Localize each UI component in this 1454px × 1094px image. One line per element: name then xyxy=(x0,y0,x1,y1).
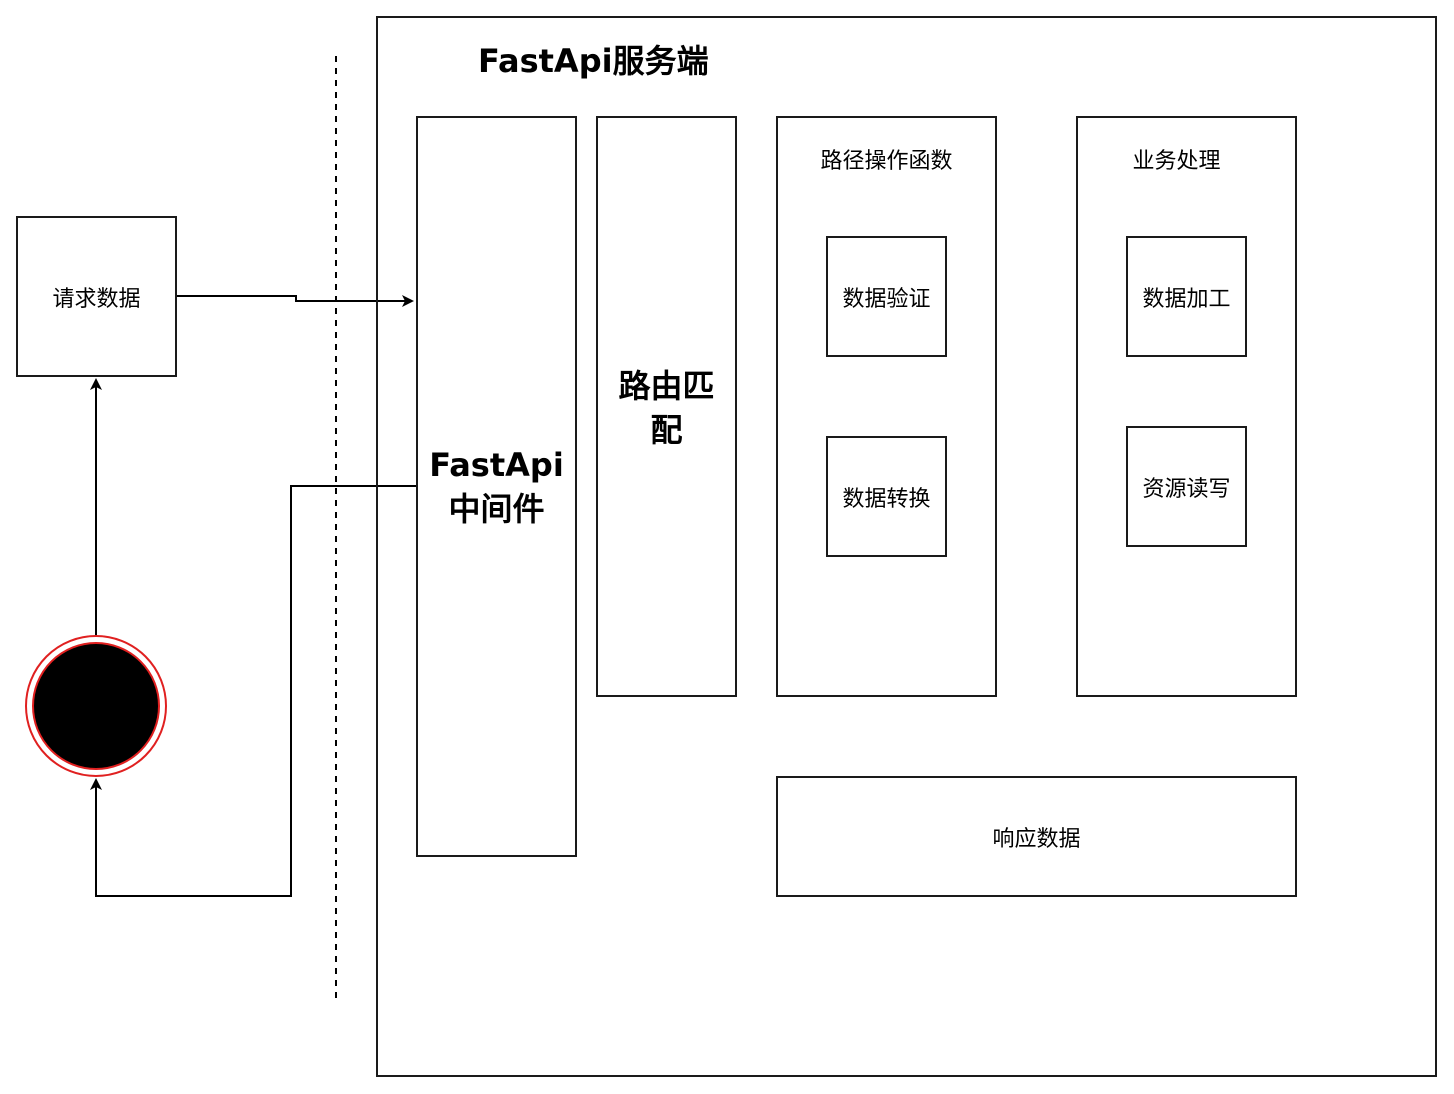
resource-io-label: 资源读写 xyxy=(1142,476,1231,502)
data-conversion-box[interactable]: 数据转换 xyxy=(826,436,947,557)
server-title: FastApi服务端 xyxy=(478,42,709,80)
path-operation-title: 路径操作函数 xyxy=(820,149,953,174)
routing-box[interactable]: 路由匹 配 xyxy=(596,116,737,697)
end-terminal-node xyxy=(32,642,160,770)
response-data-box[interactable]: 响应数据 xyxy=(776,776,1297,897)
routing-label: 路由匹 配 xyxy=(618,367,715,449)
request-data-box[interactable]: 请求数据 xyxy=(16,216,177,377)
middleware-box[interactable]: FastApi 中间件 xyxy=(416,116,577,857)
data-validation-label: 数据验证 xyxy=(842,286,931,312)
response-data-label: 响应数据 xyxy=(992,826,1081,852)
data-processing-box[interactable]: 数据加工 xyxy=(1126,236,1247,357)
request-data-label: 请求数据 xyxy=(52,286,141,312)
data-conversion-label: 数据转换 xyxy=(842,486,931,512)
middleware-to-terminal-arrow xyxy=(90,485,416,897)
business-processing-title: 业务处理 xyxy=(1132,149,1221,174)
path-operation-box[interactable]: 路径操作函数 xyxy=(776,116,997,697)
resource-io-box[interactable]: 资源读写 xyxy=(1126,426,1247,547)
end-terminal-ring xyxy=(25,635,167,777)
business-processing-box[interactable]: 业务处理 xyxy=(1076,116,1297,697)
middleware-label: FastApi 中间件 xyxy=(429,445,564,528)
data-validation-box[interactable]: 数据验证 xyxy=(826,236,947,357)
data-processing-label: 数据加工 xyxy=(1142,286,1231,312)
